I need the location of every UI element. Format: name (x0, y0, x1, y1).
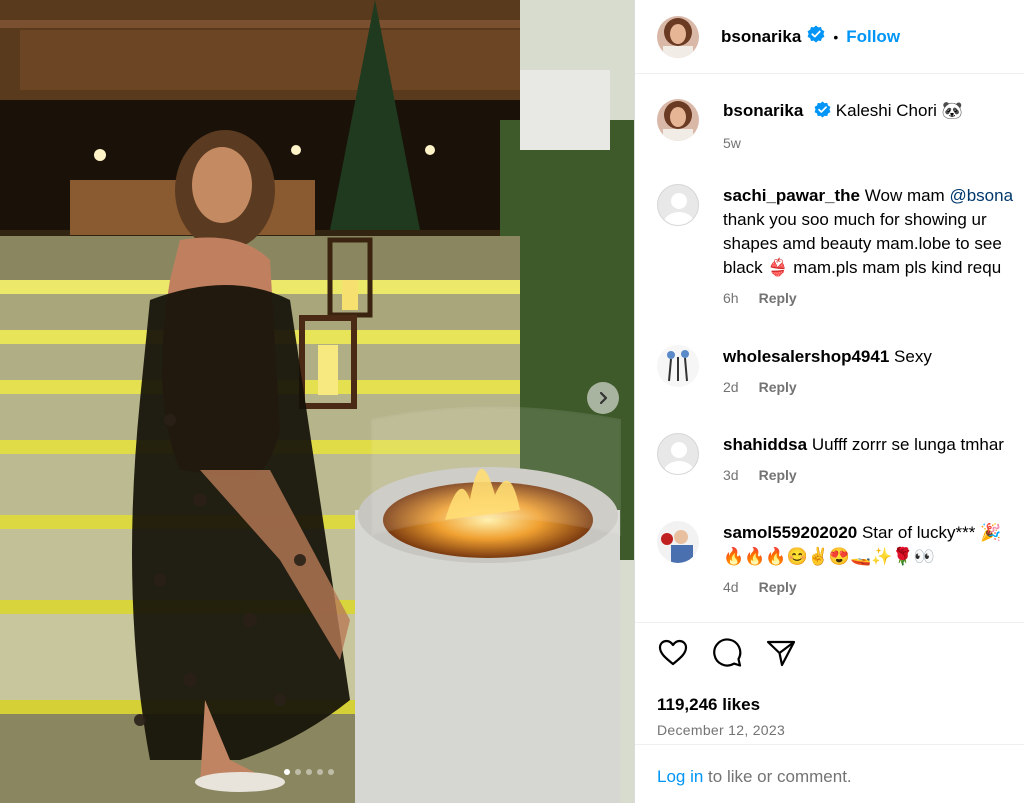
comment-emoji-line: 🔥🔥🔥😊✌️😍🚤✨🌹👀 (723, 547, 935, 566)
comment-username[interactable]: sachi_pawar_the (723, 186, 860, 205)
login-prompt: Log in to like or comment. (635, 744, 1024, 803)
comment-username[interactable]: wholesalershop4941 (723, 347, 889, 366)
carousel-indicator (284, 769, 334, 775)
reply-button[interactable]: Reply (759, 579, 797, 595)
post-photo (0, 0, 634, 803)
comment-text: Star of lucky*** 🎉 (861, 523, 1002, 542)
carousel-dot (284, 769, 290, 775)
login-link[interactable]: Log in (657, 767, 703, 786)
caption-text: Kaleshi Chori 🐼 (835, 101, 963, 120)
share-icon (766, 640, 796, 667)
commenter-avatar[interactable] (657, 345, 699, 387)
carousel-dot (328, 769, 334, 775)
action-icons (635, 623, 1024, 669)
comment-age: 3d (723, 467, 739, 483)
follow-button[interactable]: Follow (846, 27, 900, 47)
comment-age: 4d (723, 579, 739, 595)
comment-username[interactable]: samol559202020 (723, 523, 857, 542)
comment-text-line: shapes amd beauty mam.lobe to see (723, 234, 1002, 253)
comment-item: samol559202020 Star of lucky*** 🎉 🔥🔥🔥😊✌️… (657, 521, 1024, 595)
default-avatar[interactable] (657, 433, 699, 475)
commenter-avatar[interactable] (657, 521, 699, 563)
comment-age: 6h (723, 290, 739, 306)
avatar-image (657, 345, 699, 387)
carousel-next-button[interactable] (587, 382, 619, 414)
comment-text-line: thank you soo much for showing ur (723, 210, 987, 229)
post-side-panel: bsonarika • Follow bsonarika Kaleshi Cho… (634, 0, 1024, 803)
comment-text-line: black 👙 mam.pls mam pls kind requ (723, 258, 1002, 277)
author-username[interactable]: bsonarika (721, 27, 801, 47)
user-placeholder-icon (664, 193, 694, 225)
caption-username[interactable]: bsonarika (723, 101, 803, 120)
avatar-image (657, 521, 699, 563)
author-avatar[interactable] (657, 15, 699, 58)
reply-button[interactable]: Reply (759, 290, 797, 306)
reply-button[interactable]: Reply (759, 379, 797, 395)
post-header: bsonarika • Follow (635, 0, 1024, 74)
verified-icon (814, 101, 831, 125)
caption-item: bsonarika Kaleshi Chori 🐼 5w (657, 99, 1024, 151)
heart-icon (658, 639, 688, 666)
caption-age: 5w (723, 135, 741, 151)
author-avatar[interactable] (657, 99, 699, 141)
like-button[interactable] (657, 637, 689, 669)
comment-icon (713, 638, 742, 667)
post-media[interactable] (0, 0, 634, 803)
carousel-dot (295, 769, 301, 775)
comment-item: shahiddsa Uufff zorrr se lunga tmhar 3d … (657, 433, 1024, 483)
carousel-dot (306, 769, 312, 775)
comment-username[interactable]: shahiddsa (723, 435, 807, 454)
avatar-image (657, 99, 699, 141)
login-prompt-text: to like or comment. (703, 767, 852, 786)
comment-text: Wow mam (864, 186, 950, 205)
default-avatar[interactable] (657, 184, 699, 226)
post-actions: 119,246 likes December 12, 2023 (635, 622, 1024, 738)
avatar-image (657, 15, 699, 58)
comment-text: Sexy (894, 347, 932, 366)
share-button[interactable] (765, 637, 797, 669)
comment-button[interactable] (711, 637, 743, 669)
instagram-post-view: bsonarika • Follow bsonarika Kaleshi Cho… (0, 0, 1024, 803)
comment-item: wholesalershop4941 Sexy 2d Reply (657, 345, 1024, 395)
header-separator: • (833, 28, 839, 45)
carousel-dot (317, 769, 323, 775)
post-date: December 12, 2023 (657, 722, 786, 738)
comment-age: 2d (723, 379, 739, 395)
likes-count[interactable]: 119,246 likes (657, 695, 760, 715)
comment-item: sachi_pawar_the Wow mam @bsona thank you… (657, 184, 1024, 306)
comment-mention[interactable]: @bsona (949, 186, 1013, 205)
comment-text: Uufff zorrr se lunga tmhar (811, 435, 1004, 454)
comments-list[interactable]: bsonarika Kaleshi Chori 🐼 5w sachi_pawar… (635, 74, 1024, 622)
reply-button[interactable]: Reply (759, 467, 797, 483)
chevron-right-icon (599, 391, 608, 405)
user-placeholder-icon (664, 442, 694, 474)
verified-icon (807, 25, 825, 48)
